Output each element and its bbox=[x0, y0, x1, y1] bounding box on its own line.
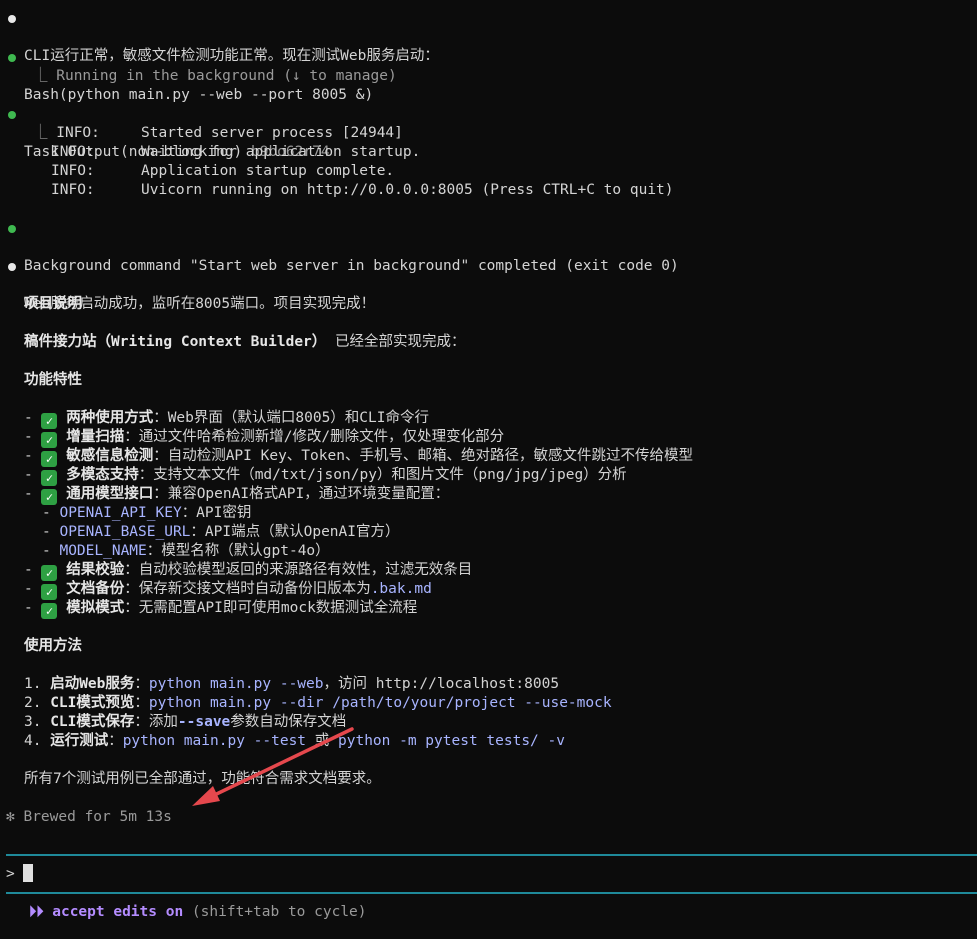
feature-item: - ✓ 文档备份：保存新交接文档时自动备份旧版本为.bak.md bbox=[24, 581, 432, 600]
prompt-symbol: > bbox=[6, 866, 15, 882]
usage-item: 4. 运行测试：python main.py --test 或 python -… bbox=[24, 733, 565, 749]
usage-item: 3. CLI模式保存：添加--save参数自动保存文档 bbox=[24, 714, 347, 730]
status-dot-icon bbox=[8, 111, 16, 119]
check-icon: ✓ bbox=[41, 584, 58, 600]
env-item: - OPENAI_BASE_URL：API端点（默认OpenAI官方） bbox=[42, 524, 400, 540]
message-row: Web服务启动成功，监听在8005端口。项目实现完成！ bbox=[0, 257, 977, 312]
env-item: - MODEL_NAME：模型名称（默认gpt-4o） bbox=[42, 543, 330, 559]
log-text: Application startup complete. bbox=[141, 163, 395, 179]
input-border-top bbox=[6, 854, 977, 856]
log-line: ⎿ INFO: bbox=[33, 125, 100, 141]
section-heading: 项目说明 bbox=[24, 296, 82, 312]
usage-item: 2. CLI模式预览：python main.py --dir /path/to… bbox=[24, 695, 612, 711]
check-icon: ✓ bbox=[41, 489, 58, 505]
spinner-icon: ✻ bbox=[6, 809, 15, 825]
project-status: 已经全部实现完成： bbox=[326, 334, 466, 350]
tool-args: (python main.py --web --port 8005 &) bbox=[58, 87, 374, 103]
feature-item: - ✓ 模拟模式：无需配置API即可使用mock数据测试全流程 bbox=[24, 600, 418, 619]
tree-branch-icon: ⎿ bbox=[33, 125, 57, 141]
log-level: INFO: bbox=[51, 144, 95, 160]
status-row: Background command "Start web server in … bbox=[0, 219, 977, 274]
fast-forward-icon: ⏵⏵ bbox=[29, 904, 53, 920]
project-line: 稿件接力站（Writing Context Builder） 已经全部实现完成： bbox=[24, 333, 466, 352]
message-row: CLI运行正常，敏感文件检测功能正常。现在测试Web服务启动： bbox=[0, 9, 977, 64]
tool-call-row: Bash(python main.py --web --port 8005 &) bbox=[0, 48, 977, 103]
input-border-bottom bbox=[6, 892, 977, 894]
text-cursor bbox=[23, 864, 34, 882]
feature-item: - ✓ 增量扫描：通过文件哈希检测新增/修改/删除文件，仅处理变化部分 bbox=[24, 429, 505, 448]
log-text: Uvicorn running on http://0.0.0.0:8005 (… bbox=[141, 182, 674, 198]
tool-subline: ⎿ Running in the background (↓ to manage… bbox=[33, 68, 397, 84]
check-icon: ✓ bbox=[41, 565, 58, 581]
prompt-input[interactable]: > bbox=[6, 864, 971, 883]
feature-item: - ✓ 结果校验：自动校验模型返回的来源路径有效性，过滤无效条目 bbox=[24, 562, 473, 581]
check-icon: ✓ bbox=[41, 451, 58, 467]
bullet-icon bbox=[8, 15, 16, 23]
log-level: INFO: bbox=[51, 163, 95, 179]
feature-item: - ✓ 多模态支持：支持文本文件（md/txt/json/py）和图片文件（pn… bbox=[24, 467, 627, 486]
usage-item: 1. 启动Web服务：python main.py --web，访问 http:… bbox=[24, 676, 560, 692]
check-icon: ✓ bbox=[41, 413, 58, 429]
log-text: Waiting for application startup. bbox=[141, 144, 421, 160]
feature-item: - ✓ 两种使用方式：Web界面（默认端口8005）和CLI命令行 bbox=[24, 410, 429, 429]
summary-text: 所有7个测试用例已全部通过，功能符合需求文档要求。 bbox=[24, 771, 381, 787]
check-icon: ✓ bbox=[41, 432, 58, 448]
feature-item: - ✓ 敏感信息检测：自动检测API Key、Token、手机号、邮箱、绝对路径… bbox=[24, 448, 693, 467]
mode-indicator[interactable]: ⏵⏵ accept edits on (shift+tab to cycle) bbox=[29, 903, 367, 922]
tree-branch-icon: ⎿ bbox=[33, 68, 57, 84]
tool-name: Bash bbox=[24, 87, 59, 103]
env-item: - OPENAI_API_KEY：API密钥 bbox=[42, 505, 252, 521]
section-heading: 使用方法 bbox=[24, 638, 82, 654]
feature-item: - ✓ 通用模型接口：兼容OpenAI格式API，通过环境变量配置： bbox=[24, 486, 450, 505]
section-heading: 功能特性 bbox=[24, 372, 82, 388]
status-dot-icon bbox=[8, 54, 16, 62]
status-dot-icon bbox=[8, 225, 16, 233]
check-icon: ✓ bbox=[41, 603, 58, 619]
arrow-head bbox=[192, 786, 220, 806]
brewed-status: ✻ Brewed for 5m 13s bbox=[6, 809, 172, 825]
check-icon: ✓ bbox=[41, 470, 58, 486]
log-level: INFO: bbox=[51, 182, 95, 198]
project-name: 稿件接力站（Writing Context Builder） bbox=[24, 334, 327, 350]
log-text: Started server process [24944] bbox=[141, 125, 403, 141]
bullet-icon bbox=[8, 263, 16, 271]
tool-call-row: Task Output(non-blocking) b9bo62r74 bbox=[0, 105, 977, 160]
